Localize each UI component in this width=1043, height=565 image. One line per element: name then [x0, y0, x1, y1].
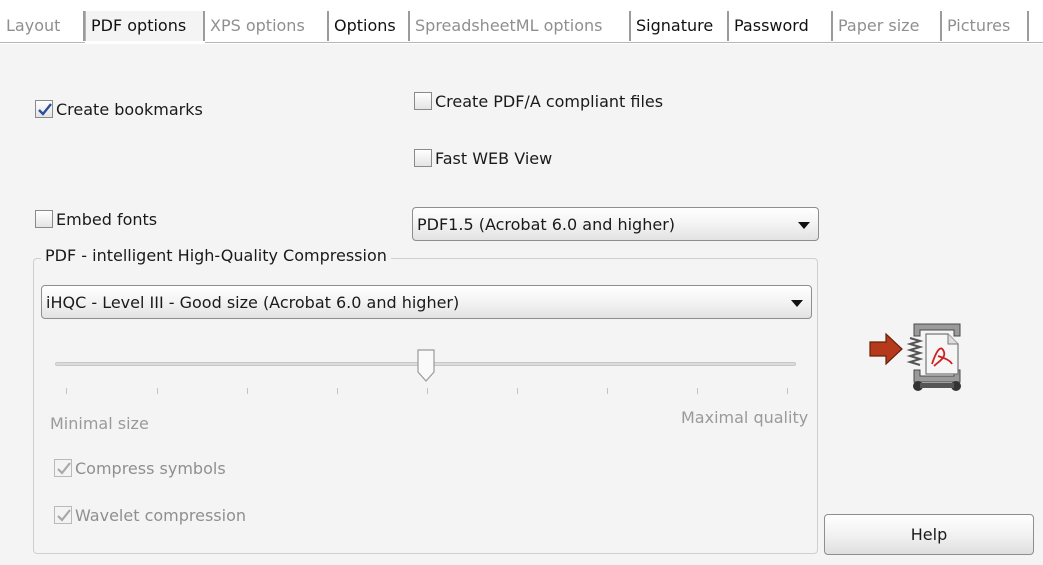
slider-min-label: Minimal size — [50, 414, 149, 433]
tab-signature[interactable]: Signature — [631, 11, 729, 41]
create-pdfa-checkbox[interactable]: Create PDF/A compliant files — [414, 88, 663, 114]
create-bookmarks-label: Create bookmarks — [56, 99, 203, 119]
check-icon — [57, 462, 71, 475]
slider-tick — [247, 388, 248, 394]
slider-tick — [337, 388, 338, 394]
create-bookmarks-checkbox[interactable]: Create bookmarks — [35, 96, 203, 122]
check-icon — [38, 103, 52, 116]
slider-tick — [607, 388, 608, 394]
compress-symbols-label: Compress symbols — [75, 458, 226, 478]
tab-baseline — [0, 42, 85, 43]
compression-group-title: PDF - intelligent High-Quality Compressi… — [41, 246, 391, 265]
tab-xps-options[interactable]: XPS options — [205, 11, 329, 41]
slider-tick — [517, 388, 518, 394]
pdf-version-value: PDF1.5 (Acrobat 6.0 and higher) — [417, 215, 676, 234]
wavelet-compression-label: Wavelet compression — [75, 505, 247, 525]
wavelet-compression-checkbox[interactable]: Wavelet compression — [54, 502, 246, 528]
slider-tick — [787, 388, 788, 394]
pdf-version-select[interactable]: PDF1.5 (Acrobat 6.0 and higher) — [412, 207, 819, 241]
tab-paper-size[interactable]: Paper size — [833, 11, 942, 41]
checkbox-box[interactable] — [54, 506, 72, 524]
checkbox-box[interactable] — [54, 459, 72, 477]
check-icon — [57, 509, 71, 522]
checkbox-box[interactable] — [35, 100, 53, 118]
help-button[interactable]: Help — [824, 514, 1034, 555]
embed-fonts-checkbox[interactable]: Embed fonts — [35, 206, 157, 232]
tab-options[interactable]: Options — [329, 11, 410, 41]
checkbox-box[interactable] — [414, 92, 432, 110]
slider-tick — [697, 388, 698, 394]
checkbox-box[interactable] — [35, 210, 53, 228]
compression-clamp-icon — [869, 323, 961, 391]
checkbox-box[interactable] — [414, 149, 432, 167]
tab-pdf-options[interactable]: PDF options — [85, 11, 205, 41]
slider-max-label: Maximal quality — [681, 408, 809, 427]
create-pdfa-label: Create PDF/A compliant files — [435, 91, 664, 111]
fast-web-view-label: Fast WEB View — [435, 148, 553, 168]
slider-tick — [66, 388, 67, 394]
tab-pictures[interactable]: Pictures — [942, 11, 1029, 41]
tab-spreadsheetml-options[interactable]: SpreadsheetML options — [410, 11, 631, 41]
slider-tick — [427, 388, 428, 394]
tab-bar: Layout PDF options XPS options Options S… — [0, 0, 1043, 44]
compression-level-value: iHQC - Level III - Good size (Acrobat 6.… — [46, 293, 460, 312]
embed-fonts-label: Embed fonts — [56, 209, 158, 229]
chevron-down-icon — [798, 222, 810, 229]
quality-slider-handle[interactable] — [416, 349, 436, 383]
compression-level-select[interactable]: iHQC - Level III - Good size (Acrobat 6.… — [41, 285, 812, 319]
tab-layout[interactable]: Layout — [1, 11, 85, 41]
chevron-down-icon — [791, 300, 803, 307]
slider-tick — [157, 388, 158, 394]
compress-symbols-checkbox[interactable]: Compress symbols — [54, 455, 226, 481]
fast-web-view-checkbox[interactable]: Fast WEB View — [414, 145, 552, 171]
tab-password[interactable]: Password — [729, 11, 833, 41]
tab-baseline — [205, 42, 1043, 43]
